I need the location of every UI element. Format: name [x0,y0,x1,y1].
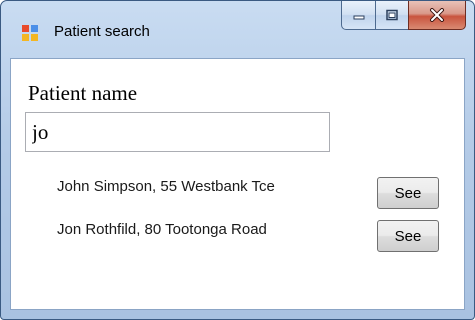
see-button[interactable]: See [377,177,439,209]
see-button[interactable]: See [377,220,439,252]
form-client-area: Patient name John Simpson, 55 Westbank T… [10,58,465,310]
result-row: Jon Rothfild, 80 Tootonga Road See [11,217,466,252]
maximize-button[interactable] [375,1,409,30]
patient-name-input[interactable] [25,112,330,152]
close-icon [430,8,444,22]
close-button[interactable] [408,1,466,30]
patient-name-label: Patient name [28,81,138,105]
result-label: John Simpson, 55 Westbank Tce [57,178,275,195]
result-label: Jon Rothfild, 80 Tootonga Road [57,221,267,238]
result-row: John Simpson, 55 Westbank Tce See [11,174,466,209]
maximize-icon [386,9,398,21]
minimize-icon [353,15,364,20]
windows-form-icon[interactable] [22,25,39,42]
minimize-button[interactable] [341,1,376,30]
patient-search-window: Patient search Patient name jo John Simp… [0,0,475,320]
title-bar[interactable]: Patient search [1,1,474,57]
caption-buttons [341,1,466,31]
window-title: Patient search [54,23,150,40]
